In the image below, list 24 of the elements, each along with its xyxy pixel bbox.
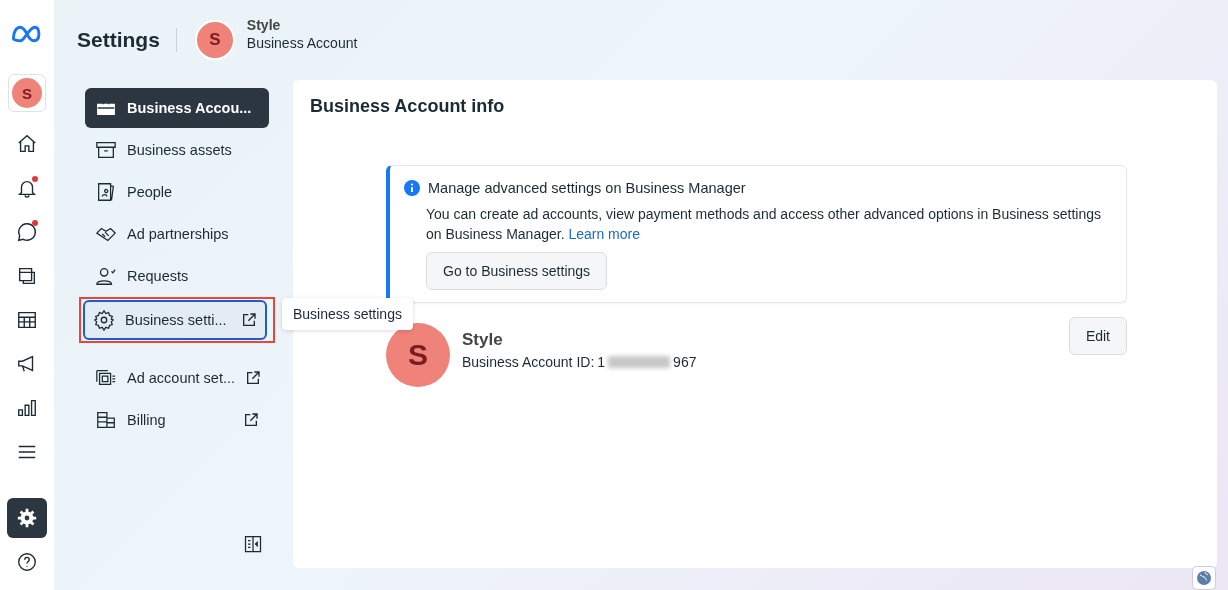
account-id-label: Business Account ID: [462, 354, 595, 370]
nav-item[interactable]: Requests [85, 256, 269, 296]
section-title: Business Account info [310, 96, 506, 117]
go-to-settings-button[interactable]: Go to Business settings [426, 252, 608, 290]
account-type: Business Account [246, 35, 358, 51]
nav-item[interactable]: Business Accou... [85, 88, 269, 128]
account-id-end: 967 [673, 354, 697, 370]
edit-button[interactable]: Edit [1068, 317, 1127, 355]
account-name: Style [246, 17, 282, 33]
nav-item[interactable]: Billing [85, 400, 269, 440]
account-id-start: 1 [597, 354, 606, 370]
banner-text: You can create ad accounts, view payment methods and access other advanced options in Business settings on Business Manager. Learn more [426, 205, 1102, 244]
learn-more-link[interactable]: Learn more [568, 226, 640, 242]
page-title: Settings [77, 28, 160, 52]
tooltip: Business settings [282, 298, 413, 330]
account-name: Style [462, 330, 504, 350]
avatar: S [386, 323, 450, 387]
nav-item[interactable]: People [85, 172, 269, 212]
banner-title: Manage advanced settings on Business Manager [428, 180, 746, 196]
nav-item[interactable]: Ad account set... [85, 358, 269, 398]
nav-item[interactable]: Business setti... [83, 300, 267, 340]
avatar: S [194, 20, 235, 60]
nav-item[interactable]: Business assets [85, 130, 269, 170]
nav-item[interactable]: Ad partnerships [85, 214, 269, 254]
